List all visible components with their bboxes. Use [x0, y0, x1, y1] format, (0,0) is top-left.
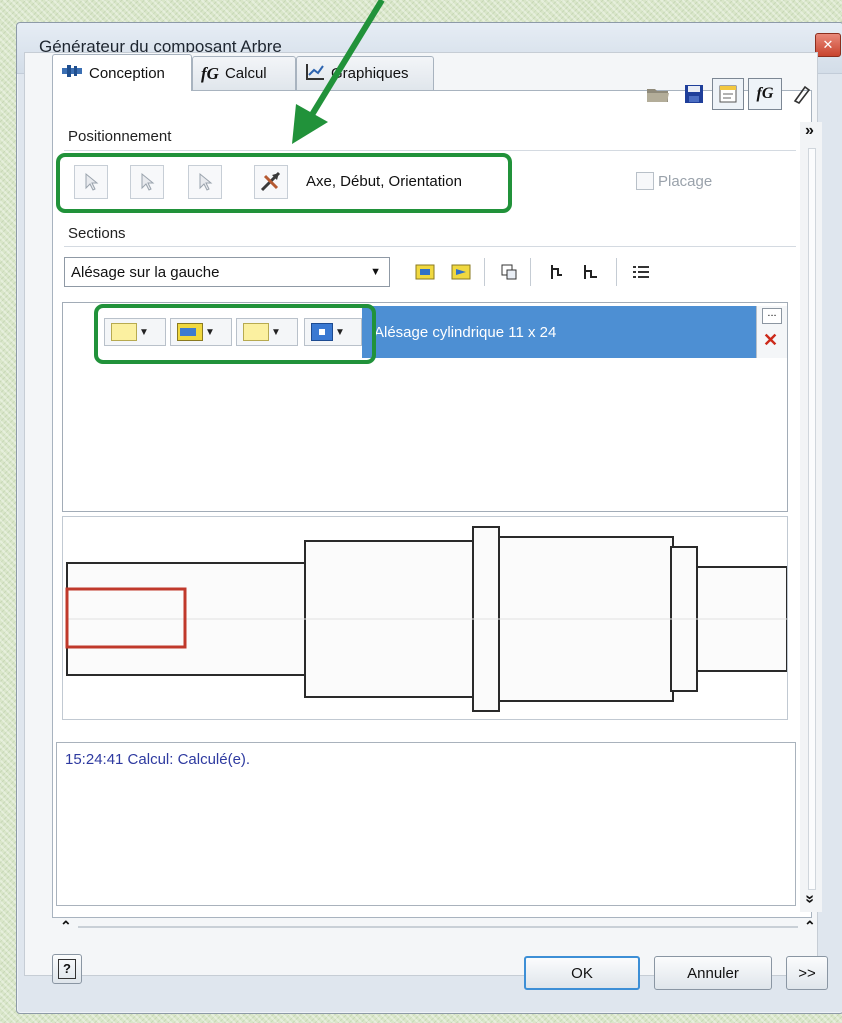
fx-toggle-icon[interactable]: fG [748, 78, 782, 110]
selected-section-row[interactable]: Alésage cylindrique 11 x 24 [362, 306, 756, 358]
toolbar-separator [530, 258, 531, 286]
section-features-highlight [94, 304, 376, 364]
collapse-up-icon-right[interactable]: ⌃ [804, 918, 816, 935]
help-icon: ? [58, 959, 76, 979]
insert-cylinder-icon[interactable] [412, 259, 438, 285]
chevron-down-icon: ▼ [370, 266, 381, 278]
design-icon [61, 63, 83, 83]
toolbar-separator [616, 258, 617, 286]
dropdown-value: Alésage sur la gauche [71, 263, 220, 281]
open-folder-icon[interactable] [644, 80, 672, 108]
toolbar-separator [484, 258, 485, 286]
tab-label: Conception [89, 64, 165, 82]
scroll-down-icon[interactable]: » [800, 895, 818, 904]
split-section-icon[interactable] [496, 259, 522, 285]
close-button[interactable]: ✕ [815, 33, 841, 57]
more-options-toggle[interactable]: >> [786, 956, 828, 990]
collapse-up-icon[interactable]: ⌃ [60, 918, 72, 935]
shaft-drawing [65, 526, 787, 712]
save-icon[interactable] [680, 80, 708, 108]
cancel-button[interactable]: Annuler [654, 956, 772, 990]
sections-label: Sections [68, 225, 126, 242]
checkbox-box[interactable] [636, 172, 654, 190]
list-view-icon[interactable] [628, 259, 654, 285]
log-message: 15:24:41 Calcul: Calculé(e). [65, 751, 251, 768]
ok-button[interactable]: OK [524, 956, 640, 990]
shaft-preview[interactable] [62, 516, 788, 720]
placement-checkbox[interactable]: Placage [636, 172, 712, 190]
checkbox-label: Placage [658, 172, 713, 190]
delete-section-icon[interactable]: ✕ [763, 330, 778, 351]
message-log: 15:24:41 Calcul: Calculé(e). [56, 742, 796, 906]
tab-label: Calcul [224, 65, 267, 82]
right-section-icon[interactable] [578, 259, 604, 285]
section-description: Alésage cylindrique 11 x 24 [374, 323, 557, 341]
notes-icon[interactable] [712, 78, 744, 110]
left-section-icon[interactable] [544, 259, 570, 285]
expand-panel-icon[interactable]: » [805, 122, 814, 140]
fx-icon: fG [201, 63, 219, 83]
sections-divider [64, 246, 796, 247]
row-actions: ... ✕ [756, 306, 787, 358]
section-type-dropdown[interactable]: Alésage sur la gauche ▼ [64, 257, 390, 287]
positioning-label: Positionnement [68, 128, 172, 145]
help-button[interactable]: ? [52, 954, 82, 984]
scroll-track[interactable] [808, 148, 816, 890]
positioning-divider [64, 150, 796, 151]
insert-cone-icon[interactable] [448, 259, 474, 285]
vertical-scrollbar[interactable]: » » [800, 122, 822, 912]
annotation-arrow [292, 0, 385, 144]
more-options-button[interactable]: ... [762, 308, 782, 324]
splitter-line[interactable] [78, 926, 798, 928]
tab-conception[interactable]: Conception [52, 54, 192, 91]
positioning-highlight [56, 153, 512, 213]
eraser-icon[interactable] [786, 80, 814, 108]
